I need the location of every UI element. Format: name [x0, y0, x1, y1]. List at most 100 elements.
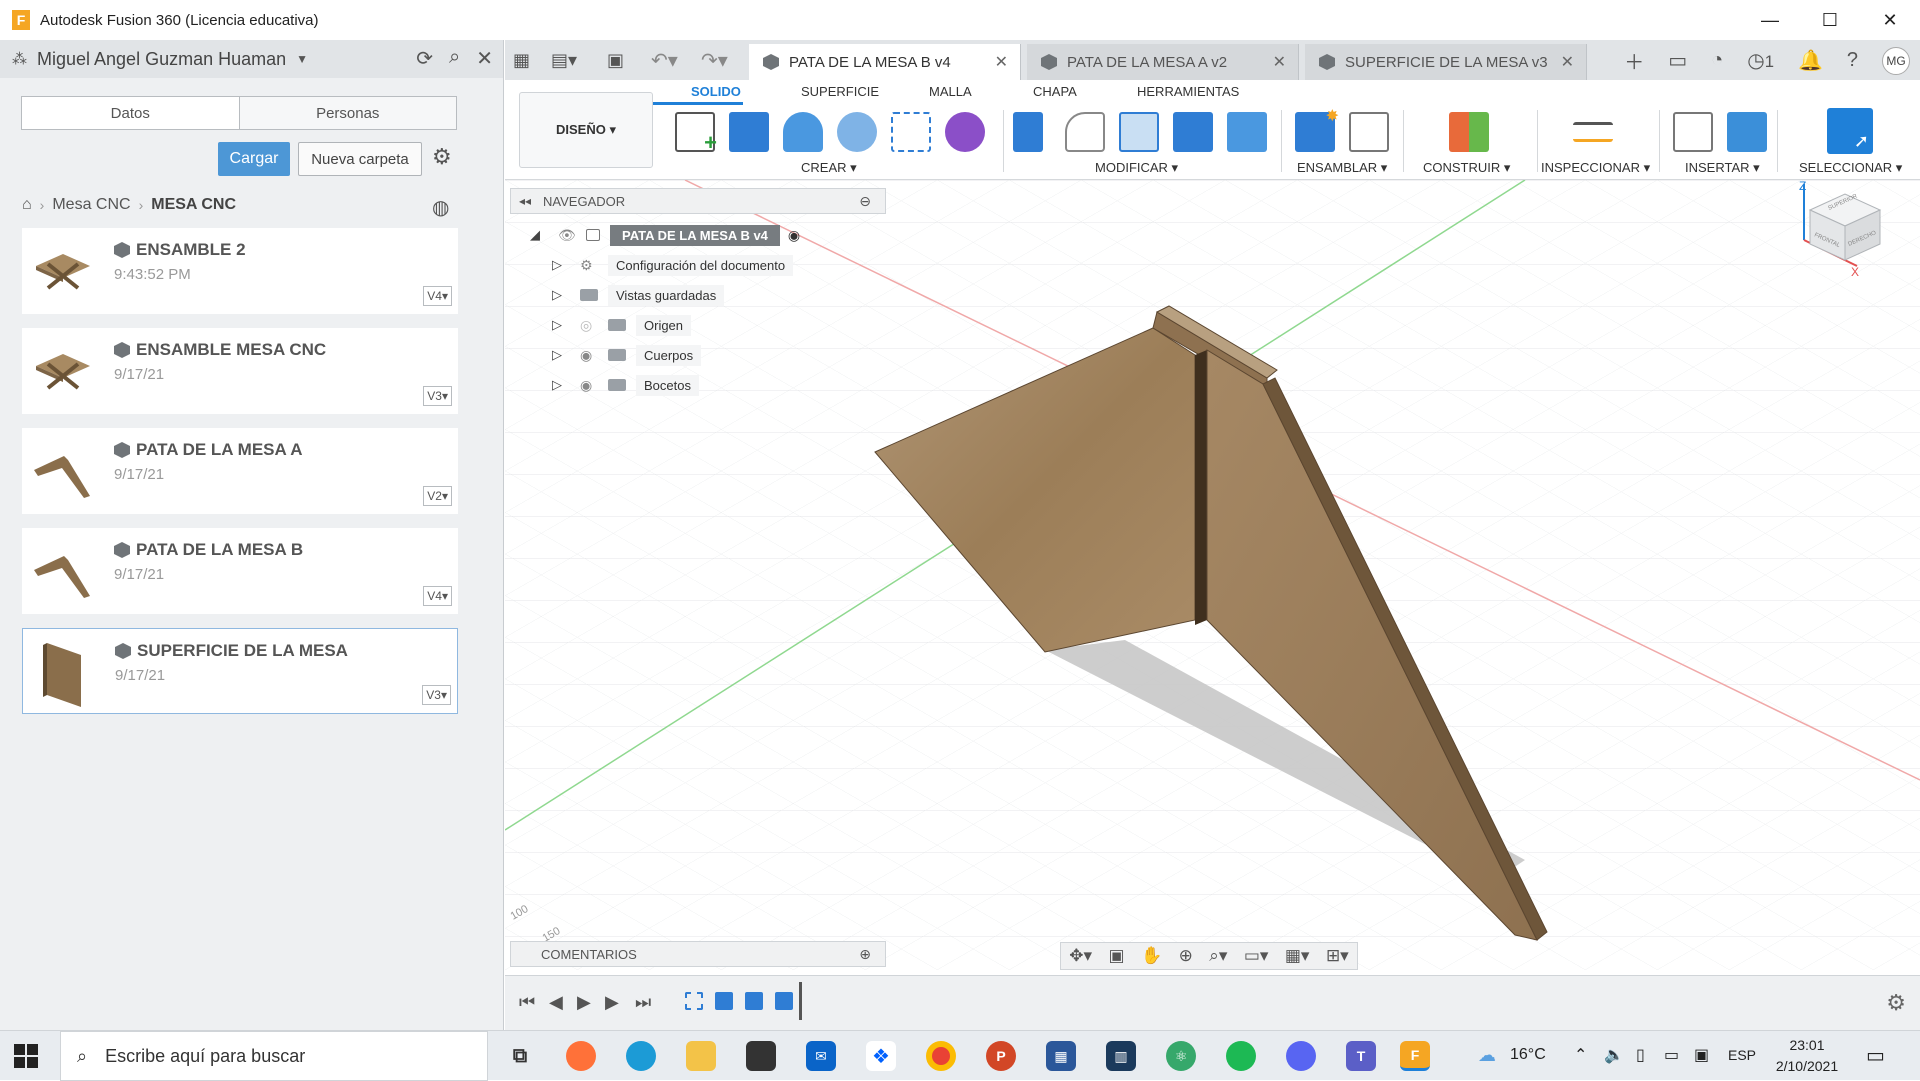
- search-icon[interactable]: ⌕: [449, 46, 460, 71]
- viewports-icon[interactable]: ⊞▾: [1326, 946, 1349, 966]
- timeline-extrude-feature[interactable]: [775, 992, 793, 1010]
- insert-canvas-icon[interactable]: [1727, 112, 1767, 152]
- group-modificar[interactable]: MODIFICAR ▾: [1095, 160, 1178, 176]
- tab-chapa[interactable]: CHAPA: [1033, 84, 1077, 99]
- tab-malla[interactable]: MALLA: [929, 84, 972, 99]
- doc-tab[interactable]: PATA DE LA MESA A v2 ✕: [1027, 44, 1299, 80]
- version-badge[interactable]: V3▾: [422, 685, 451, 705]
- expand-triangle-icon[interactable]: ▷: [552, 317, 566, 333]
- help-icon[interactable]: ?: [1847, 49, 1858, 72]
- file-explorer-icon[interactable]: [686, 1041, 716, 1071]
- expand-triangle-icon[interactable]: ▷: [552, 287, 566, 303]
- browser-item-saved-views[interactable]: ▷ Vistas guardadas: [552, 283, 725, 307]
- collapse-browser-icon[interactable]: ◂◂: [519, 194, 531, 208]
- timeline-extrude-feature[interactable]: [745, 992, 763, 1010]
- job-status-icon[interactable]: ◷1: [1747, 48, 1774, 73]
- maximize-button[interactable]: ☐: [1800, 0, 1860, 40]
- browser-item-label[interactable]: Vistas guardadas: [608, 284, 725, 306]
- fusion-taskbar-icon[interactable]: F: [1400, 1041, 1430, 1071]
- refresh-icon[interactable]: ⟳: [416, 46, 433, 71]
- fit-icon[interactable]: ⌕▾: [1209, 946, 1227, 966]
- go-to-end-icon[interactable]: ⏭: [635, 992, 651, 1013]
- volume-icon[interactable]: 🔈: [1604, 1045, 1624, 1065]
- construct-plane-icon[interactable]: [1449, 112, 1489, 152]
- store-icon[interactable]: [746, 1041, 776, 1071]
- new-component-icon[interactable]: ✸: [1295, 108, 1339, 152]
- orbit-icon[interactable]: ✥▾: [1069, 946, 1092, 966]
- save-icon[interactable]: ▣: [607, 50, 624, 71]
- calculator-icon[interactable]: ▦: [1046, 1041, 1076, 1071]
- powerpoint-icon[interactable]: P: [986, 1041, 1016, 1071]
- user-name[interactable]: Miguel Angel Guzman Huaman: [37, 49, 286, 70]
- edge-icon[interactable]: [626, 1041, 656, 1071]
- joint-icon[interactable]: [1349, 112, 1389, 152]
- task-view-icon[interactable]: ⧉: [505, 1041, 535, 1071]
- collapse-triangle-icon[interactable]: ◢: [530, 227, 544, 243]
- eye-icon[interactable]: 👁: [558, 227, 578, 244]
- doc-tab[interactable]: SUPERFICIE DE LA MESA v3 ✕: [1305, 44, 1587, 80]
- group-insertar[interactable]: INSERTAR ▾: [1685, 160, 1760, 176]
- temperature[interactable]: 16°C: [1510, 1046, 1546, 1064]
- spotify-icon[interactable]: [1226, 1041, 1256, 1071]
- timeline-sketch-feature[interactable]: [685, 992, 703, 1010]
- weather-icon[interactable]: ☁: [1478, 1045, 1496, 1066]
- pattern-icon[interactable]: [891, 112, 931, 152]
- press-pull-icon[interactable]: [1013, 112, 1043, 152]
- file-card[interactable]: PATA DE LA MESA A 9/17/21 V2▾: [22, 428, 458, 514]
- fillet-icon[interactable]: [1065, 112, 1105, 152]
- mail-icon[interactable]: ✉: [806, 1041, 836, 1071]
- extrude-icon[interactable]: [729, 112, 769, 152]
- close-tab-icon[interactable]: ✕: [1561, 52, 1574, 72]
- go-to-start-icon[interactable]: ⏮: [519, 992, 535, 1013]
- network-icon[interactable]: ▣: [1694, 1045, 1709, 1065]
- tab-solido[interactable]: SOLIDO: [691, 84, 741, 99]
- timeline-settings-icon[interactable]: ⚙: [1886, 990, 1906, 1016]
- tray-chevron-icon[interactable]: ⌃: [1574, 1045, 1587, 1065]
- app-icon[interactable]: ▥: [1106, 1041, 1136, 1071]
- undo-icon[interactable]: ↶▾: [651, 48, 678, 73]
- data-panel-toggle-icon[interactable]: ▦: [513, 50, 530, 71]
- breadcrumb-item[interactable]: Mesa CNC: [52, 196, 130, 214]
- firefox-icon[interactable]: [566, 1041, 596, 1071]
- file-card[interactable]: ENSAMBLE MESA CNC 9/17/21 V3▾: [22, 328, 458, 414]
- group-ensamblar[interactable]: ENSAMBLAR ▾: [1297, 160, 1387, 176]
- group-seleccionar[interactable]: SELECCIONAR ▾: [1799, 160, 1902, 176]
- group-crear[interactable]: CREAR ▾: [801, 160, 857, 176]
- browser-root-node[interactable]: ◢ 👁 PATA DE LA MESA B v4 ◉: [530, 223, 800, 247]
- device-icon[interactable]: ▯: [1636, 1045, 1645, 1065]
- browser-item-label[interactable]: Origen: [636, 314, 692, 336]
- version-badge[interactable]: V4▾: [423, 586, 452, 606]
- revolve-icon[interactable]: [783, 112, 823, 152]
- clock[interactable]: 23:01 2/10/2021: [1762, 1035, 1852, 1077]
- look-at-icon[interactable]: ▣: [1108, 946, 1124, 966]
- redo-icon[interactable]: ↷▾: [701, 48, 728, 73]
- browser-item-label[interactable]: Configuración del documento: [608, 254, 794, 276]
- shell-icon[interactable]: [1119, 112, 1159, 152]
- avatar[interactable]: MG: [1882, 46, 1910, 75]
- notifications-icon[interactable]: 🔔: [1798, 48, 1823, 73]
- group-inspeccionar[interactable]: INSPECCIONAR ▾: [1541, 160, 1650, 176]
- display-settings-icon[interactable]: ▭▾: [1244, 946, 1269, 966]
- expand-triangle-icon[interactable]: ▷: [552, 377, 566, 393]
- discord-icon[interactable]: [1286, 1041, 1316, 1071]
- eye-hidden-icon[interactable]: ◎: [580, 317, 600, 334]
- atom-icon[interactable]: ⚛: [1166, 1041, 1196, 1071]
- activate-radio-icon[interactable]: ◉: [788, 227, 800, 244]
- select-icon[interactable]: ➚: [1827, 108, 1873, 154]
- step-forward-icon[interactable]: ▶: [605, 992, 619, 1013]
- root-label[interactable]: PATA DE LA MESA B v4: [610, 224, 780, 246]
- timeline-extrude-feature[interactable]: [715, 992, 733, 1010]
- close-tab-icon[interactable]: ✕: [1273, 52, 1286, 72]
- version-badge[interactable]: V4▾: [423, 286, 452, 306]
- doc-tab-active[interactable]: PATA DE LA MESA B v4 ✕: [749, 44, 1021, 80]
- windows-start-icon[interactable]: [14, 1044, 38, 1068]
- tab-herramientas[interactable]: HERRAMIENTAS: [1137, 84, 1239, 99]
- minimize-browser-icon[interactable]: ⊖: [859, 193, 871, 210]
- play-icon[interactable]: ▶: [577, 992, 591, 1013]
- battery-icon[interactable]: ▭: [1664, 1045, 1679, 1065]
- browser-item-settings[interactable]: ▷ ⚙ Configuración del documento: [552, 253, 794, 277]
- globe-icon[interactable]: ◍: [432, 195, 449, 220]
- expand-triangle-icon[interactable]: ▷: [552, 347, 566, 363]
- file-card[interactable]: PATA DE LA MESA B 9/17/21 V4▾: [22, 528, 458, 614]
- close-panel-icon[interactable]: ✕: [476, 46, 493, 71]
